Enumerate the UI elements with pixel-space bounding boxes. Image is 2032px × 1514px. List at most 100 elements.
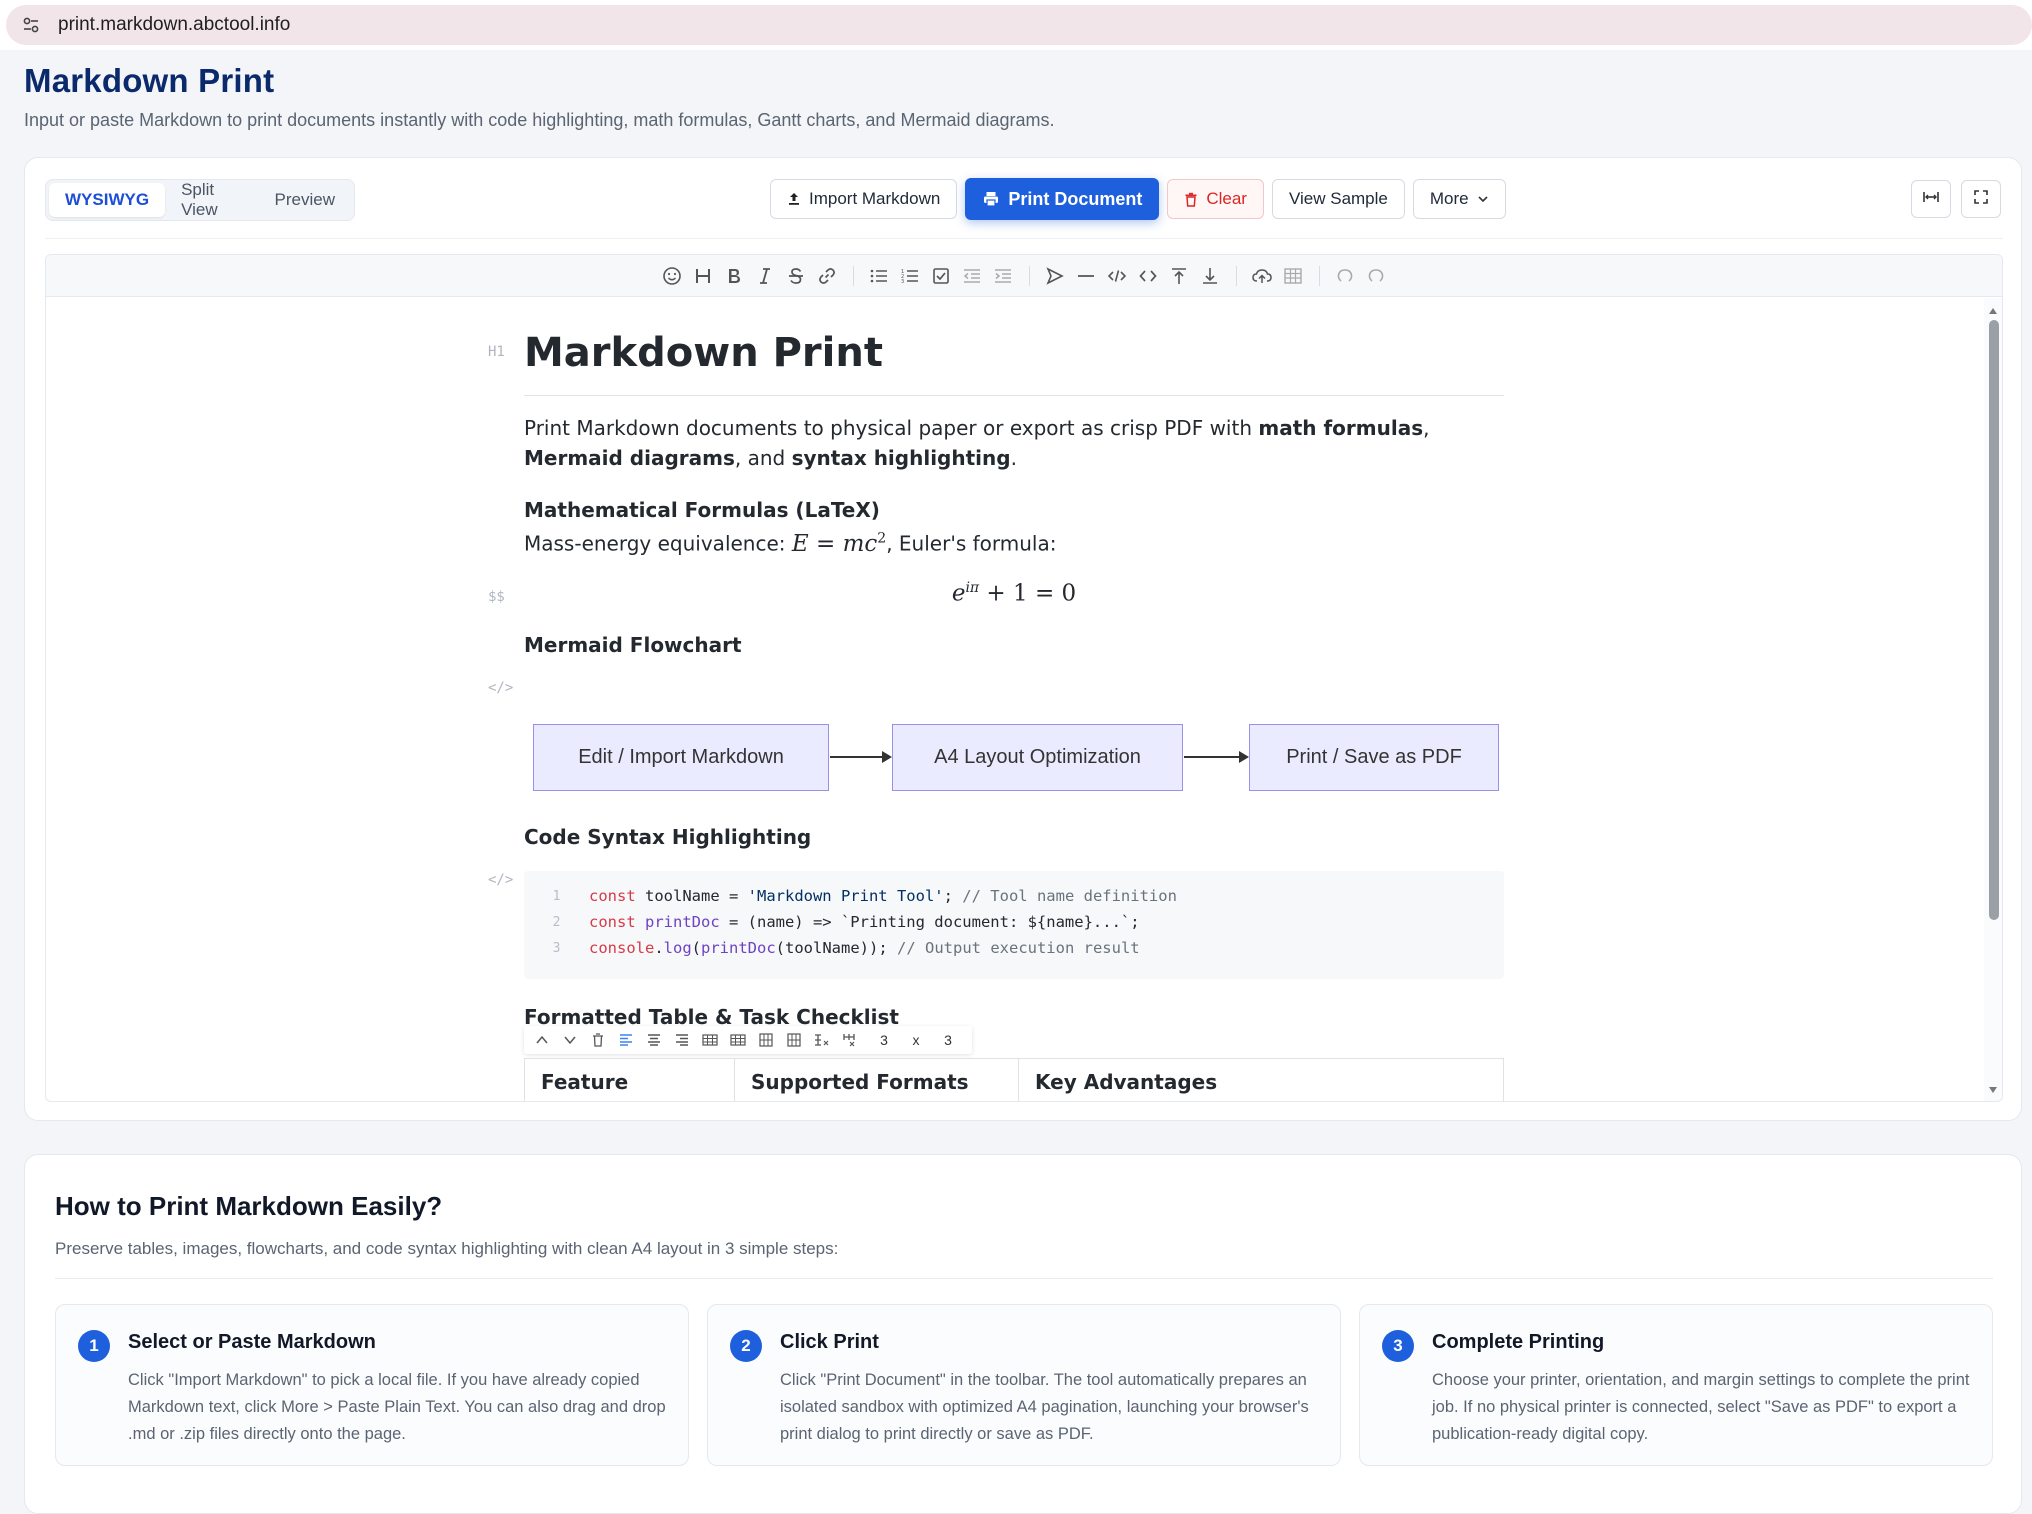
inline-code-icon[interactable] xyxy=(1133,261,1164,291)
more-button[interactable]: More xyxy=(1412,179,1506,219)
mode-wysiwyg[interactable]: WYSIWYG xyxy=(49,183,166,217)
page-subtitle: Input or paste Markdown to print documen… xyxy=(24,110,1055,130)
scroll-down-icon[interactable] xyxy=(1988,1081,1998,1099)
editor-scrollbar[interactable] xyxy=(1984,298,2002,1101)
math-line: Mass-energy equivalence: E = mc2, Euler'… xyxy=(524,523,1504,559)
italic-icon[interactable] xyxy=(750,261,781,291)
toolbar-separator xyxy=(1318,265,1320,286)
print-document-label: Print Document xyxy=(1008,188,1143,209)
flowchart-heading: Mermaid Flowchart xyxy=(524,633,742,657)
toolbar-divider xyxy=(45,238,2003,239)
code-block[interactable]: 1 const toolName = 'Markdown Print Tool';… xyxy=(524,871,1504,979)
delete-table-icon[interactable] xyxy=(584,1027,612,1053)
checklist-icon[interactable] xyxy=(926,261,957,291)
url-bar[interactable]: print.markdown.abctool.info xyxy=(6,5,2032,45)
table-cols-input[interactable]: 3 xyxy=(928,1032,968,1048)
formula-e: E xyxy=(791,530,809,557)
align-right-icon[interactable] xyxy=(668,1027,696,1053)
table-header-cell[interactable]: Feature xyxy=(524,1058,735,1101)
math-heading: Mathematical Formulas (LaTeX) xyxy=(524,498,880,522)
insert-row-below-icon[interactable] xyxy=(724,1027,752,1053)
gutter-marker-h1: H1 xyxy=(488,344,505,360)
upload-cloud-icon[interactable] xyxy=(1247,261,1278,291)
numbered-list-icon[interactable]: 123 xyxy=(895,261,926,291)
table-header-cell[interactable]: Key Advantages xyxy=(1018,1058,1504,1101)
code-token: // Output execution result xyxy=(897,939,1140,957)
link-icon[interactable] xyxy=(812,261,843,291)
insert-column-left-icon[interactable] xyxy=(752,1027,780,1053)
intro-text-2: , xyxy=(1423,416,1430,440)
delete-row-icon[interactable] xyxy=(808,1027,836,1053)
fullscreen-button[interactable] xyxy=(1961,180,2001,218)
url-text: print.markdown.abctool.info xyxy=(58,14,291,35)
how-to-divider xyxy=(55,1278,1993,1279)
mode-split-view[interactable]: Split View xyxy=(165,180,258,219)
step-description: Choose your printer, orientation, and ma… xyxy=(1432,1371,1970,1443)
strikethrough-icon[interactable] xyxy=(781,261,812,291)
scroll-up-icon[interactable] xyxy=(1988,302,1998,320)
editor-content[interactable]: H1 Markdown Print Print Markdown documen… xyxy=(46,298,1984,1101)
display-formula: eiπ + 1 = 0 xyxy=(524,580,1504,607)
print-document-button[interactable]: Print Document xyxy=(965,178,1160,220)
import-markdown-button[interactable]: Import Markdown xyxy=(770,179,958,219)
code-block-icon[interactable] xyxy=(1102,261,1133,291)
display-formula-base: e xyxy=(951,580,966,607)
step-title: Click Print xyxy=(780,1331,879,1353)
scrollbar-thumb[interactable] xyxy=(1989,320,1999,920)
insert-column-right-icon[interactable] xyxy=(780,1027,808,1053)
indent-icon[interactable] xyxy=(988,261,1019,291)
flow-node-a4-layout: A4 Layout Optimization xyxy=(892,724,1183,791)
outdent-icon[interactable] xyxy=(957,261,988,291)
align-center-icon[interactable] xyxy=(640,1027,668,1053)
how-to-subtitle: Preserve tables, images, flowcharts, and… xyxy=(55,1239,839,1258)
align-left-icon[interactable] xyxy=(612,1027,640,1053)
editor-card: WYSIWYG Split View Preview Import Markdo… xyxy=(24,157,2022,1121)
clear-button[interactable]: Clear xyxy=(1167,179,1264,219)
horizontal-rule-icon[interactable] xyxy=(1071,261,1102,291)
quote-icon[interactable] xyxy=(1040,261,1071,291)
bold-icon[interactable] xyxy=(719,261,750,291)
step-title: Select or Paste Markdown xyxy=(128,1331,376,1353)
table-header-row: Feature Supported Formats Key Advantages xyxy=(524,1058,1504,1101)
insert-before-icon[interactable] xyxy=(1164,261,1195,291)
code-token: log xyxy=(663,939,692,957)
intro-paragraph: Print Markdown documents to physical pap… xyxy=(524,413,1504,473)
redo-icon[interactable] xyxy=(1361,261,1392,291)
fit-width-button[interactable] xyxy=(1911,180,1951,218)
mode-preview[interactable]: Preview xyxy=(259,183,351,217)
flow-edge xyxy=(830,756,882,758)
toolbar-separator xyxy=(1028,265,1030,286)
math-line-suffix: , Euler's formula: xyxy=(886,531,1057,556)
gutter-marker-math: $$ xyxy=(488,589,505,605)
emoji-icon[interactable] xyxy=(657,261,688,291)
site-info-icon[interactable] xyxy=(20,14,42,36)
insert-row-above-icon[interactable] xyxy=(696,1027,724,1053)
document-h1: Markdown Print xyxy=(524,330,883,376)
more-label: More xyxy=(1429,189,1469,208)
markdown-editor[interactable]: 123 H1 Markdown Print Print Markdown doc… xyxy=(45,254,2003,1102)
flow-arrowhead xyxy=(1239,751,1249,763)
view-sample-button[interactable]: View Sample xyxy=(1271,179,1405,219)
step-description: Click "Print Document" in the toolbar. T… xyxy=(780,1371,1309,1443)
table-header-cell[interactable]: Supported Formats xyxy=(734,1058,1019,1101)
heading-icon[interactable] xyxy=(688,261,719,291)
delete-column-icon[interactable] xyxy=(836,1027,864,1053)
svg-text:3: 3 xyxy=(901,279,904,284)
fullscreen-icon xyxy=(1974,189,1988,209)
table-rows-input[interactable]: 3 xyxy=(864,1032,904,1048)
bulleted-list-icon[interactable] xyxy=(864,261,895,291)
insert-after-icon[interactable] xyxy=(1195,261,1226,291)
trash-icon xyxy=(1184,192,1198,207)
line-number: 3 xyxy=(552,940,561,956)
code-line: 1 const toolName = 'Markdown Print Tool';… xyxy=(524,883,1177,909)
printer-icon xyxy=(982,190,1000,208)
gutter-marker-code: </> xyxy=(488,680,514,696)
move-row-down-icon[interactable] xyxy=(556,1027,584,1053)
move-row-up-icon[interactable] xyxy=(528,1027,556,1053)
undo-icon[interactable] xyxy=(1330,261,1361,291)
import-markdown-label: Import Markdown xyxy=(809,189,941,208)
step-card: 2 Click Print Click "Print Document" in … xyxy=(707,1304,1341,1466)
table-icon[interactable] xyxy=(1278,261,1309,291)
code-token: printDoc xyxy=(701,939,776,957)
step-number-badge: 2 xyxy=(730,1330,762,1362)
